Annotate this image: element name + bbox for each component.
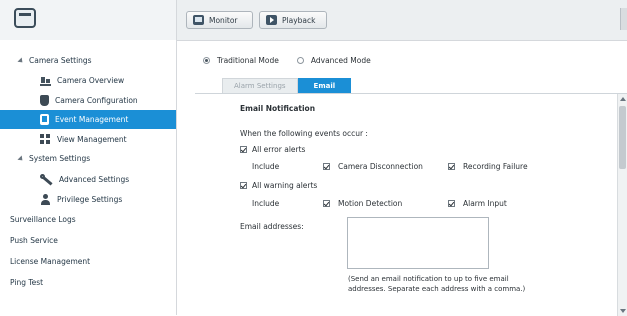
sidebar: Camera Settings Camera Overview Camera C… [0,40,177,315]
sidebar-item-system-settings[interactable]: System Settings [17,149,91,168]
scroll-thumb[interactable] [619,106,626,169]
monitor-button[interactable]: Monitor [186,11,253,29]
view-management-icon [40,134,51,145]
all-error-alerts-label: All error alerts [252,145,306,154]
email-addresses-label: Email addresses: [240,222,304,231]
note-line: addresses. Separate each address with a … [348,285,526,293]
include-label: Include [252,162,280,171]
advanced-mode-label: Advanced Mode [310,56,371,65]
top-toolbar: Monitor Playback [177,0,627,41]
advanced-mode-radio[interactable] [296,57,304,64]
wrench-icon [40,174,53,185]
monitor-label: Monitor [209,15,238,25]
camera-disconnection-label: Camera Disconnection [338,162,423,171]
sidebar-item-push-service[interactable]: Push Service [10,231,58,250]
all-warning-alerts-checkbox[interactable] [240,182,247,189]
motion-detection-label: Motion Detection [338,199,403,208]
sidebar-item-camera-configuration[interactable]: Camera Configuration [40,91,138,110]
all-warning-alerts-label: All warning alerts [252,181,318,190]
email-addresses-field[interactable] [347,217,489,269]
sidebar-item-label: Advanced Settings [59,175,130,184]
sidebar-item-advanced-settings[interactable]: Advanced Settings [40,170,129,189]
play-icon [266,15,277,25]
app-header-left [0,0,177,40]
sidebar-item-label: Camera Settings [29,56,92,65]
sidebar-item-view-management[interactable]: View Management [40,130,127,149]
sidebar-item-label: View Management [57,135,127,144]
tab-bar: Alarm Settings Email [222,78,352,93]
sidebar-item-surveillance-logs[interactable]: Surveillance Logs [10,210,76,229]
section-title: Email Notification [240,104,316,113]
app-menu-icon[interactable] [14,8,36,28]
email-panel: Email Notification When the following ev… [195,93,627,316]
motion-detection-checkbox[interactable] [323,200,330,207]
sidebar-item-license-management[interactable]: License Management [10,252,90,271]
all-error-alerts-checkbox[interactable] [240,146,247,153]
camera-overview-icon [40,75,51,86]
sidebar-item-label: Camera Overview [57,76,125,85]
playback-button[interactable]: Playback [259,11,327,29]
sidebar-item-label: Privilege Settings [57,195,123,204]
tab-email[interactable]: Email [297,78,352,93]
tab-alarm-settings[interactable]: Alarm Settings [222,78,298,93]
sidebar-item-label: Surveillance Logs [10,215,76,224]
scroll-up-icon[interactable] [620,97,626,101]
sidebar-item-camera-overview[interactable]: Camera Overview [40,71,124,90]
alarm-input-checkbox[interactable] [448,200,455,207]
main-content: Traditional Mode Advanced Mode Alarm Set… [177,41,627,316]
camera-disconnection-checkbox[interactable] [323,163,330,170]
expand-arrow-icon [17,154,25,163]
playback-label: Playback [282,15,316,25]
sidebar-item-camera-settings[interactable]: Camera Settings [17,51,92,70]
traditional-mode-label: Traditional Mode [217,56,279,65]
sidebar-item-ping-test[interactable]: Ping Test [10,273,43,292]
sidebar-item-label: Camera Configuration [55,96,138,105]
scrollbar[interactable] [617,94,627,316]
events-prompt: When the following events occur : [240,129,368,138]
scroll-down-icon[interactable] [620,309,626,313]
monitor-icon [193,15,204,25]
recording-failure-label: Recording Failure [463,162,528,171]
sidebar-item-privilege-settings[interactable]: Privilege Settings [40,190,122,209]
sidebar-item-label: Ping Test [10,278,44,287]
user-icon [40,194,51,205]
toolbar-edge-handle[interactable] [620,8,627,30]
sidebar-item-label: License Management [10,257,91,266]
sidebar-item-label: System Settings [29,154,91,163]
traditional-mode-radio[interactable] [203,57,210,64]
recording-failure-checkbox[interactable] [448,163,455,170]
sidebar-item-event-management[interactable]: Event Management [0,110,176,129]
event-management-icon [40,114,49,125]
expand-arrow-icon [17,56,25,65]
note-line: (Send an email notification to up to fiv… [348,275,509,283]
sidebar-item-label: Push Service [10,236,58,245]
alarm-input-label: Alarm Input [463,199,507,208]
camera-configuration-icon [40,95,49,106]
mode-selector: Traditional Mode Advanced Mode [203,56,371,65]
sidebar-item-label: Event Management [55,115,129,124]
email-help-note: (Send an email notification to up to fiv… [348,274,578,294]
include-label: Include [252,199,280,208]
